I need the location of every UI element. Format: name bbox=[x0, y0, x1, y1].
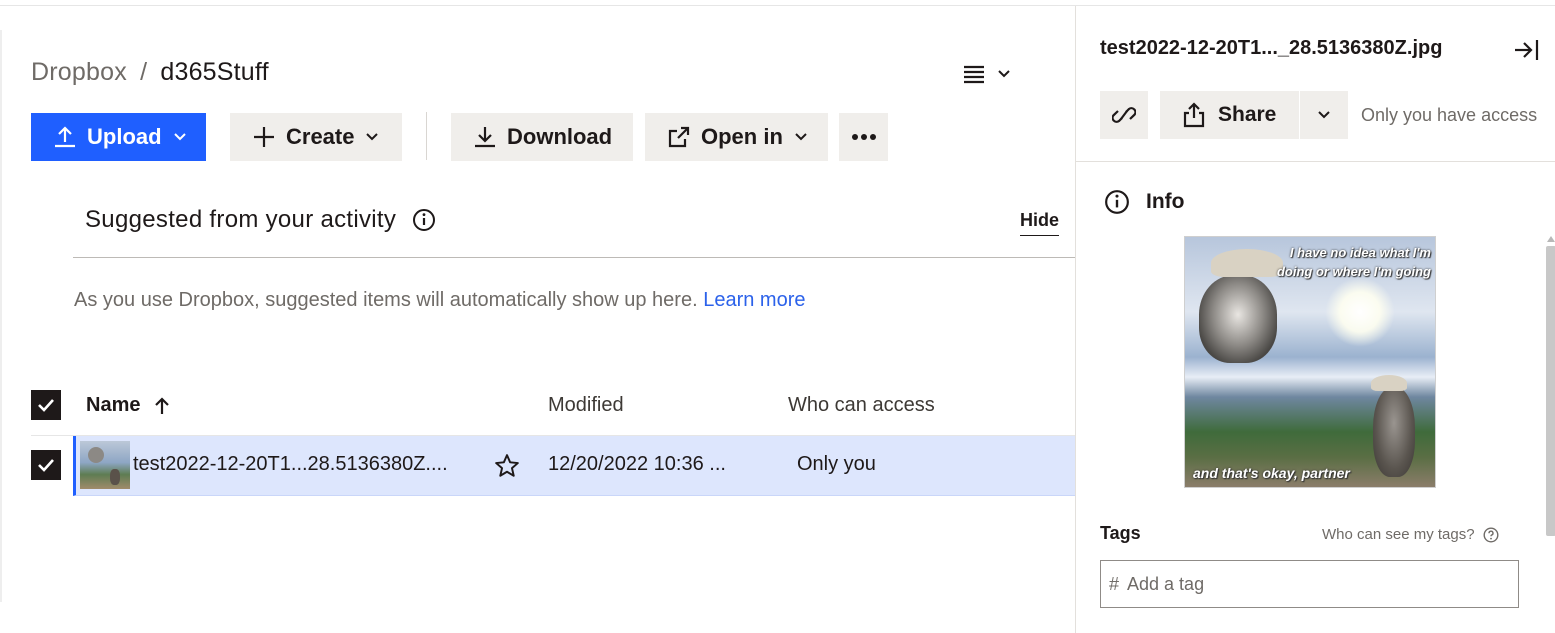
info-section-header: Info bbox=[1104, 189, 1184, 215]
star-icon[interactable] bbox=[494, 453, 520, 479]
file-name[interactable]: test2022-12-20T1...28.5136380Z.... bbox=[133, 453, 448, 476]
info-label: Info bbox=[1146, 190, 1185, 213]
table-row[interactable]: test2022-12-20T1...28.5136380Z.... 12/20… bbox=[73, 436, 1075, 496]
share-options-dropdown[interactable] bbox=[1300, 91, 1348, 139]
open-external-icon bbox=[668, 126, 690, 148]
panel-divider bbox=[1076, 161, 1555, 162]
upload-icon bbox=[55, 126, 75, 148]
preview-raccoon-large bbox=[1199, 275, 1277, 363]
tags-question-text: Who can see my tags? bbox=[1322, 526, 1475, 543]
preview-caption-top: I have no idea what I'm doing or where I… bbox=[1276, 245, 1431, 279]
download-icon bbox=[475, 127, 495, 148]
chevron-down-icon bbox=[795, 133, 807, 141]
info-icon bbox=[1105, 190, 1129, 214]
hide-suggested-button[interactable]: Hide bbox=[1020, 210, 1060, 236]
share-label: Share bbox=[1218, 103, 1277, 126]
create-button[interactable]: Create bbox=[230, 113, 402, 161]
tags-visibility-link[interactable]: Who can see my tags? bbox=[1322, 526, 1499, 543]
check-icon bbox=[38, 399, 54, 412]
link-icon bbox=[1112, 107, 1136, 123]
tag-hash-prefix: # bbox=[1109, 573, 1120, 594]
suggested-title-text: Suggested from your activity bbox=[85, 206, 397, 233]
preview-raccoon-small bbox=[1373, 387, 1415, 477]
suggested-section-title: Suggested from your activity bbox=[85, 206, 436, 234]
download-button[interactable]: Download bbox=[451, 113, 633, 161]
breadcrumb-separator: / bbox=[140, 58, 148, 86]
add-tag-field[interactable]: # bbox=[1100, 560, 1519, 608]
share-icon bbox=[1183, 102, 1205, 128]
download-label: Download bbox=[507, 124, 613, 149]
column-header-modified[interactable]: Modified bbox=[548, 394, 624, 417]
help-icon bbox=[1483, 526, 1499, 543]
info-icon[interactable] bbox=[412, 208, 436, 232]
breadcrumb-root[interactable]: Dropbox bbox=[31, 58, 127, 86]
access-status: Only you have access bbox=[1361, 105, 1538, 125]
suggested-description: As you use Dropbox, suggested items will… bbox=[74, 289, 698, 311]
tags-label: Tags bbox=[1100, 523, 1141, 543]
upload-label: Upload bbox=[87, 124, 162, 149]
learn-more-link[interactable]: Learn more bbox=[703, 289, 805, 311]
upload-button[interactable]: Upload bbox=[31, 113, 206, 161]
list-view-icon bbox=[964, 65, 984, 84]
chevron-down-icon bbox=[998, 70, 1010, 78]
more-icon bbox=[851, 134, 876, 140]
file-thumbnail bbox=[80, 441, 130, 489]
collapse-panel-icon[interactable] bbox=[1512, 37, 1540, 63]
file-preview-image[interactable]: I have no idea what I'm doing or where I… bbox=[1184, 236, 1436, 488]
file-modified: 12/20/2022 10:36 ... bbox=[548, 453, 726, 475]
check-icon bbox=[38, 459, 54, 472]
select-all-checkbox[interactable] bbox=[31, 390, 61, 420]
toolbar-divider bbox=[426, 112, 427, 160]
preview-sun bbox=[1325, 277, 1395, 347]
view-selector[interactable] bbox=[962, 58, 1022, 90]
chevron-down-icon bbox=[1318, 111, 1330, 119]
create-label: Create bbox=[286, 124, 355, 149]
file-access: Only you bbox=[797, 453, 876, 475]
suggested-empty-text: As you use Dropbox, suggested items will… bbox=[74, 289, 806, 312]
scroll-up-arrow[interactable] bbox=[1546, 234, 1555, 244]
section-divider bbox=[73, 257, 1075, 258]
share-button[interactable]: Share bbox=[1160, 91, 1299, 139]
open-in-label: Open in bbox=[701, 124, 783, 149]
breadcrumb: Dropbox / d365Stuff bbox=[31, 58, 269, 87]
more-actions-button[interactable] bbox=[839, 113, 888, 161]
column-name-label: Name bbox=[86, 394, 141, 416]
panel-scrollbar[interactable] bbox=[1546, 246, 1555, 536]
open-in-button[interactable]: Open in bbox=[645, 113, 828, 161]
column-header-access[interactable]: Who can access bbox=[788, 394, 935, 417]
preview-caption-bottom: and that's okay, partner bbox=[1193, 465, 1350, 481]
add-tag-input[interactable] bbox=[1127, 573, 1508, 595]
preview-hat-small bbox=[1371, 375, 1407, 391]
breadcrumb-current: d365Stuff bbox=[160, 58, 269, 86]
plus-icon bbox=[254, 127, 274, 147]
chevron-down-icon bbox=[366, 133, 379, 141]
copy-link-button[interactable] bbox=[1100, 91, 1148, 139]
panel-file-title: test2022-12-20T1..._28.5136380Z.jpg bbox=[1100, 37, 1443, 59]
row-checkbox[interactable] bbox=[31, 450, 61, 480]
column-header-name[interactable]: Name bbox=[86, 394, 170, 417]
chevron-down-icon bbox=[173, 133, 186, 141]
details-panel: test2022-12-20T1..._28.5136380Z.jpg Shar… bbox=[1075, 6, 1555, 633]
main-content: Dropbox / d365Stuff Upload Create Downlo… bbox=[0, 0, 1075, 633]
sort-up-icon bbox=[155, 396, 170, 414]
